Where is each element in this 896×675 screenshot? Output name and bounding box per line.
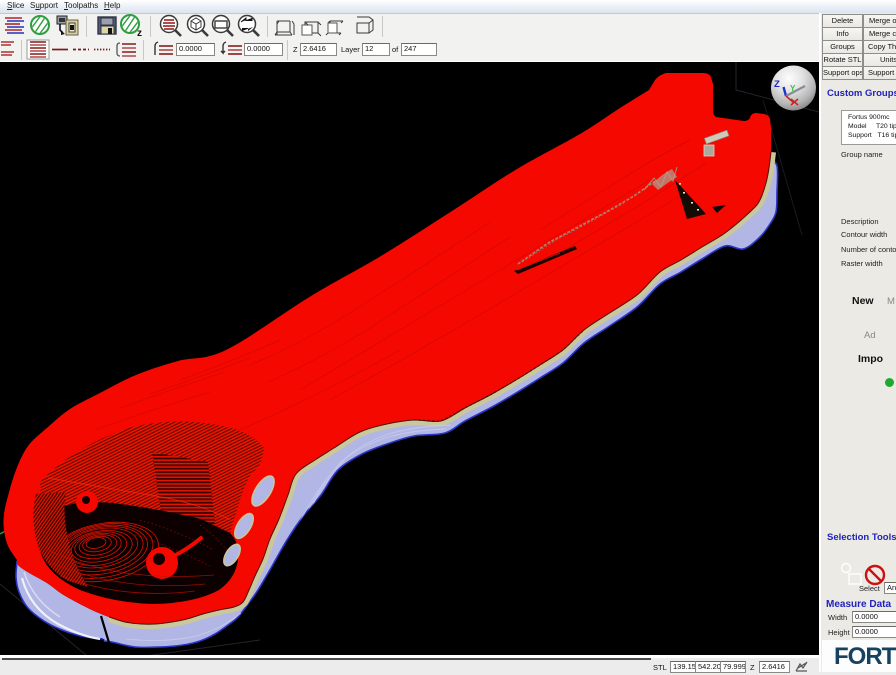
svg-text:Z: Z (774, 79, 780, 90)
svg-text:z: z (137, 28, 142, 39)
svg-text:Y: Y (790, 84, 796, 93)
